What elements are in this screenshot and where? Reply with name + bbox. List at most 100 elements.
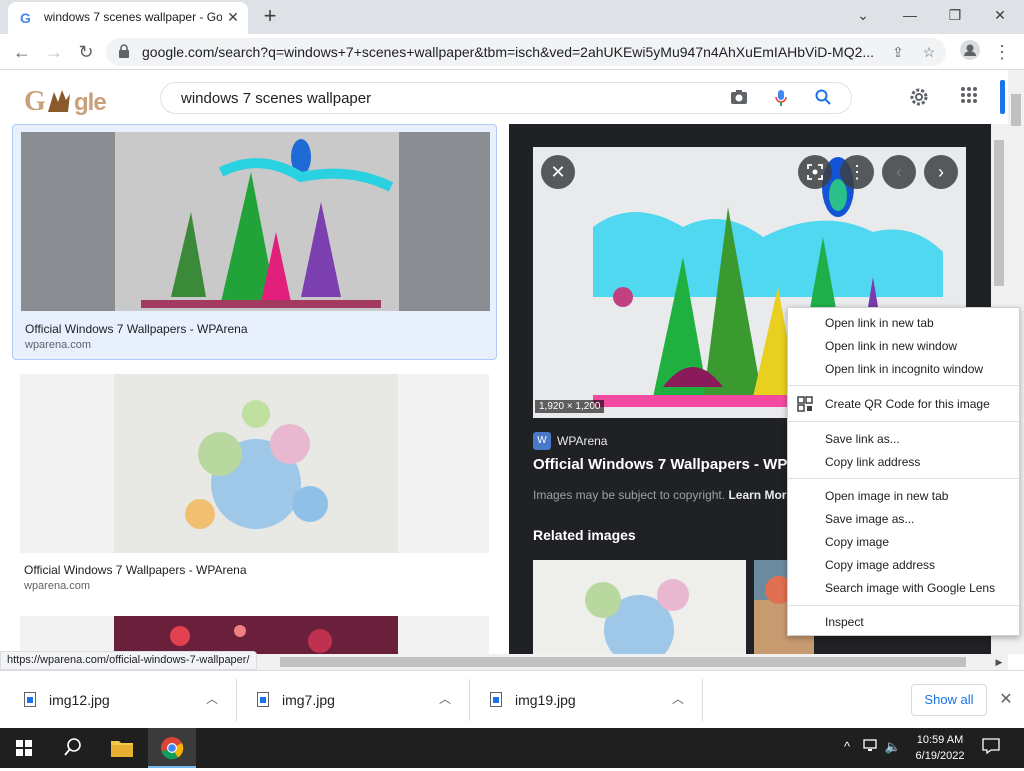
gear-icon[interactable]: [908, 86, 928, 106]
preview-title[interactable]: Official Windows 7 Wallpapers - WPArena: [533, 456, 829, 473]
download-item[interactable]: img7.jpg ︿: [237, 679, 470, 721]
minimize-button[interactable]: —: [895, 4, 925, 26]
menu-save-image-as[interactable]: Save image as...: [788, 508, 1019, 531]
tab-search-chevron-icon[interactable]: ⌄: [848, 4, 878, 26]
learn-more-link[interactable]: Learn More: [728, 488, 793, 502]
address-bar[interactable]: google.com/search?q=windows+7+scenes+wal…: [106, 38, 946, 66]
google-header: G gle windows 7 scenes wallpaper: [0, 70, 1008, 124]
google-favicon-icon: G: [20, 10, 31, 26]
back-arrow-icon[interactable]: ←: [10, 40, 34, 64]
result-card[interactable]: Official Windows 7 Wallpapers - WPArena …: [12, 367, 497, 597]
bookmark-star-icon[interactable]: ☆: [920, 43, 938, 61]
menu-search-google-lens[interactable]: Search image with Google Lens: [788, 577, 1019, 600]
camera-icon[interactable]: [729, 89, 749, 109]
window-close-button[interactable]: ✕: [985, 4, 1015, 26]
menu-copy-image-address[interactable]: Copy image address: [788, 554, 1019, 577]
clock-date: 6/19/2022: [915, 750, 965, 762]
copyright-text: Images may be subject to copyright.: [533, 488, 726, 502]
google-doodle-logo[interactable]: G gle: [24, 84, 116, 125]
result-card[interactable]: [12, 609, 497, 654]
result-source[interactable]: wparena.com: [25, 339, 91, 351]
download-item[interactable]: img12.jpg ︿: [4, 679, 237, 721]
lock-icon: [119, 44, 129, 58]
tab-strip: G windows 7 scenes wallpaper - Google Se…: [0, 0, 1024, 34]
download-filename[interactable]: img12.jpg: [49, 692, 110, 708]
chevron-up-icon[interactable]: ︿: [437, 690, 453, 707]
notifications-icon[interactable]: [982, 738, 1000, 756]
sign-in-edge[interactable]: [1000, 80, 1005, 114]
menu-save-link-as[interactable]: Save link as...: [788, 428, 1019, 451]
search-icon[interactable]: [48, 728, 96, 768]
share-icon[interactable]: ⇪: [889, 43, 907, 61]
close-tab-icon[interactable]: ✕: [224, 8, 242, 26]
windows-start-icon[interactable]: [0, 728, 48, 768]
browser-toolbar: ← → ↻ google.com/search?q=windows+7+scen…: [0, 34, 1024, 70]
related-image[interactable]: [533, 560, 746, 654]
restore-button[interactable]: ❐: [940, 4, 970, 26]
preview-scroll-thumb[interactable]: [994, 140, 1004, 286]
page-scroll-thumb[interactable]: [1011, 94, 1021, 126]
image-dimensions: 1,920 × 1,200: [535, 400, 605, 413]
search-icon[interactable]: [813, 89, 833, 109]
download-filename[interactable]: img7.jpg: [282, 692, 335, 708]
menu-inspect[interactable]: Inspect: [788, 611, 1019, 634]
copyright-notice: Images may be subject to copyright. Lear…: [533, 488, 793, 502]
result-title[interactable]: Official Windows 7 Wallpapers - WPArena: [24, 563, 247, 577]
site-name[interactable]: WPArena: [557, 434, 607, 448]
image-file-icon: [490, 692, 502, 707]
lens-icon[interactable]: [798, 155, 832, 189]
result-source[interactable]: wparena.com: [24, 580, 90, 592]
file-explorer-icon[interactable]: [98, 728, 146, 768]
menu-open-link-new-window[interactable]: Open link in new window: [788, 335, 1019, 358]
tab-title: windows 7 scenes wallpaper - Google Sear…: [44, 10, 222, 24]
chrome-icon[interactable]: [148, 728, 196, 768]
menu-open-image-new-tab[interactable]: Open image in new tab: [788, 485, 1019, 508]
show-all-button[interactable]: Show all: [911, 684, 987, 716]
download-item[interactable]: img19.jpg ︿: [470, 679, 703, 721]
forward-arrow-icon[interactable]: →: [42, 40, 66, 64]
clock-time: 10:59 AM: [916, 734, 964, 746]
menu-open-link-incognito[interactable]: Open link in incognito window: [788, 358, 1019, 381]
microphone-icon[interactable]: [771, 89, 791, 109]
image-results: Official Windows 7 Wallpapers - WPArena …: [0, 124, 508, 654]
image-file-icon: [257, 692, 269, 707]
close-preview-button[interactable]: ✕: [541, 155, 575, 189]
browser-tab[interactable]: G windows 7 scenes wallpaper - Google Se…: [8, 2, 248, 34]
kebab-menu-icon[interactable]: ⋮: [990, 40, 1014, 64]
url-text[interactable]: google.com/search?q=windows+7+scenes+wal…: [142, 44, 882, 60]
download-shelf: img12.jpg ︿ img7.jpg ︿ img19.jpg ︿ Show …: [0, 670, 1024, 728]
volume-icon[interactable]: 🔈: [884, 738, 902, 756]
svg-text:gle: gle: [74, 89, 106, 116]
result-thumbnail[interactable]: [20, 374, 489, 553]
search-box[interactable]: windows 7 scenes wallpaper: [160, 82, 852, 114]
svg-text:G: G: [24, 86, 46, 117]
download-filename[interactable]: img19.jpg: [515, 692, 576, 708]
chevron-up-tray-icon[interactable]: ^: [838, 738, 856, 756]
previous-image-button[interactable]: ‹: [882, 155, 916, 189]
menu-create-qr-code[interactable]: Create QR Code for this image: [788, 393, 1019, 416]
scroll-right-arrow-icon[interactable]: ▶: [992, 655, 1006, 669]
related-images-heading: Related images: [533, 527, 636, 543]
result-title[interactable]: Official Windows 7 Wallpapers - WPArena: [25, 322, 248, 336]
context-menu: Open link in new tab Open link in new wi…: [787, 307, 1020, 636]
system-clock[interactable]: 10:59 AM 6/19/2022: [908, 732, 972, 764]
reload-icon[interactable]: ↻: [74, 40, 98, 64]
result-card[interactable]: Official Windows 7 Wallpapers - WPArena …: [12, 124, 497, 360]
result-thumbnail[interactable]: [21, 132, 490, 311]
horizontal-scroll-thumb[interactable]: [280, 657, 966, 667]
network-icon[interactable]: [862, 738, 880, 756]
menu-copy-link-address[interactable]: Copy link address: [788, 451, 1019, 474]
menu-open-link-new-tab[interactable]: Open link in new tab: [788, 312, 1019, 335]
profile-icon[interactable]: [958, 40, 982, 64]
more-options-icon[interactable]: ⋮: [840, 155, 874, 189]
new-tab-button[interactable]: +: [258, 4, 282, 28]
chevron-up-icon[interactable]: ︿: [670, 690, 686, 707]
close-shelf-icon[interactable]: ✕: [996, 690, 1016, 710]
menu-copy-image[interactable]: Copy image: [788, 531, 1019, 554]
result-thumbnail[interactable]: [20, 616, 489, 654]
next-image-button[interactable]: ›: [924, 155, 958, 189]
chevron-up-icon[interactable]: ︿: [204, 690, 220, 707]
search-input[interactable]: windows 7 scenes wallpaper: [181, 90, 371, 107]
menu-separator: [788, 605, 1019, 606]
apps-grid-icon[interactable]: [959, 86, 979, 106]
